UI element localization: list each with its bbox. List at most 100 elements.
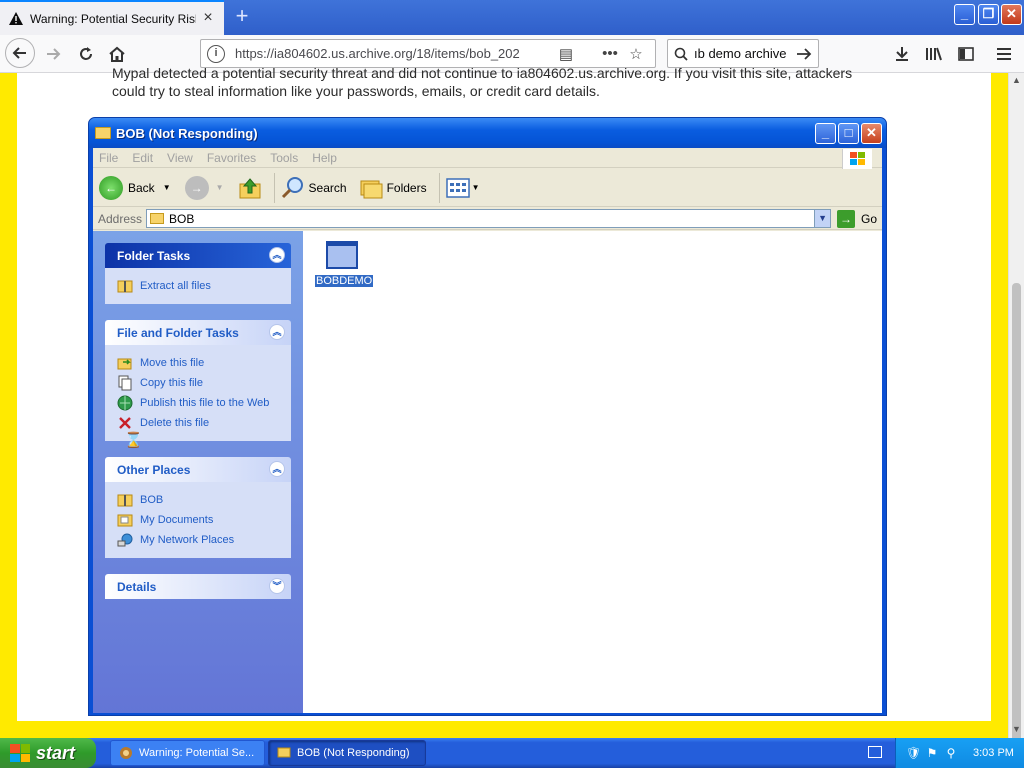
address-folder-icon — [150, 213, 165, 224]
place-my-network-places[interactable]: My Network Places — [117, 530, 279, 550]
page-border-bottom — [0, 721, 1008, 738]
taskbar-item-browser[interactable]: Warning: Potential Se... — [110, 740, 265, 766]
forward-button[interactable]: → ▼ — [184, 175, 224, 200]
menu-edit[interactable]: Edit — [132, 151, 153, 165]
start-label: start — [36, 742, 76, 763]
reader-view-icon[interactable]: ▤ — [553, 45, 579, 63]
browser-close-button[interactable]: ✕ — [1001, 4, 1022, 25]
details-panel: Details ︾ — [105, 574, 291, 599]
explorer-maximize-button[interactable]: □ — [838, 123, 859, 144]
go-button[interactable]: → Go — [837, 209, 878, 228]
zip-folder-icon — [117, 278, 133, 294]
up-folder-button[interactable] — [238, 177, 262, 199]
menu-file[interactable]: File — [99, 151, 118, 165]
menu-view[interactable]: View — [167, 151, 193, 165]
forward-dropdown-icon[interactable]: ▼ — [216, 183, 224, 192]
network-icon[interactable]: ⚑ — [925, 746, 939, 760]
search-label: Search — [308, 180, 347, 195]
folders-button[interactable]: Folders — [359, 177, 427, 199]
file-item[interactable]: BOBDEMO — [315, 241, 374, 287]
page-scrollbar[interactable]: ▲ ▼ — [1008, 73, 1024, 768]
toolbar-separator — [273, 172, 275, 203]
task-extract-all-files[interactable]: Extract all files — [117, 276, 279, 296]
other-places-panel: Other Places ︽ BOB My Documents My Netwo… — [105, 457, 291, 558]
windows-logo-icon — [842, 149, 872, 169]
scroll-up-icon[interactable]: ▲ — [1012, 75, 1021, 85]
documents-folder-icon — [117, 512, 133, 528]
search-input[interactable]: ıb demo archive — [688, 46, 796, 61]
scrollbar-thumb[interactable] — [1012, 283, 1021, 768]
taskbar: start Warning: Potential Se... BOB (Not … — [0, 738, 1024, 768]
expand-chevron-icon[interactable]: ︾ — [269, 578, 285, 594]
site-info-icon[interactable]: i — [207, 44, 225, 63]
browser-tab-active[interactable]: Warning: Potential Security Risk A × — [0, 0, 224, 35]
place-my-documents[interactable]: My Documents — [117, 510, 279, 530]
collapse-chevron-icon[interactable]: ︽ — [269, 324, 285, 340]
back-dropdown-icon[interactable]: ▼ — [163, 183, 171, 192]
hamburger-menu-icon[interactable] — [990, 40, 1018, 68]
bookmark-star-icon[interactable]: ☆ — [623, 45, 649, 63]
search-go-arrow-icon[interactable] — [796, 47, 812, 61]
menu-help[interactable]: Help — [312, 151, 337, 165]
details-title: Details — [117, 579, 157, 594]
url-text: https://ia804602.us.archive.org/18/items… — [235, 46, 520, 61]
back-green-icon: ← — [99, 175, 123, 200]
file-folder-tasks-body: Move this file Copy this file Publish th… — [105, 345, 291, 441]
clock[interactable]: 3:03 PM — [973, 747, 1014, 759]
move-file-icon — [117, 355, 133, 371]
search-button[interactable]: Search — [281, 176, 347, 200]
file-folder-tasks-header[interactable]: File and Folder Tasks ︽ — [105, 320, 291, 345]
scroll-down-icon[interactable]: ▼ — [1012, 724, 1021, 734]
tab-close-icon[interactable]: × — [200, 9, 216, 27]
sidebar-icon[interactable] — [952, 40, 980, 68]
address-value: BOB — [169, 211, 195, 226]
back-button[interactable]: ← Back ▼ — [99, 175, 171, 200]
library-icon[interactable] — [920, 40, 948, 68]
views-dropdown-icon[interactable]: ▼ — [472, 183, 480, 192]
hourglass-cursor-icon: ⌛ — [124, 432, 143, 449]
address-label: Address — [98, 211, 143, 226]
place-label: My Network Places — [140, 534, 235, 546]
go-label: Go — [861, 211, 878, 226]
explorer-titlebar[interactable]: BOB (Not Responding) — [89, 118, 886, 148]
explorer-toolbar: ← Back ▼ → ▼ Search Folders ▼ — [93, 169, 882, 207]
file-list-pane[interactable]: BOBDEMO — [303, 231, 882, 713]
details-header[interactable]: Details ︾ — [105, 574, 291, 599]
explorer-minimize-button[interactable]: _ — [815, 123, 836, 144]
place-bob[interactable]: BOB — [117, 490, 279, 510]
other-places-header[interactable]: Other Places ︽ — [105, 457, 291, 482]
go-arrow-icon: → — [837, 209, 856, 228]
task-move-this-file[interactable]: Move this file — [117, 353, 279, 373]
address-dropdown-icon[interactable]: ▼ — [814, 210, 831, 227]
task-publish-to-web[interactable]: Publish this file to the Web — [117, 393, 279, 413]
downloads-icon[interactable] — [888, 40, 916, 68]
menu-tools[interactable]: Tools — [270, 151, 298, 165]
taskbar-item-explorer[interactable]: BOB (Not Responding) — [268, 740, 426, 766]
collapse-chevron-icon[interactable]: ︽ — [269, 247, 285, 263]
views-button[interactable]: ▼ — [445, 177, 480, 198]
back-arrow-icon[interactable] — [5, 38, 35, 68]
security-shield-icon[interactable]: 🛡 — [906, 746, 921, 760]
new-tab-icon[interactable]: + — [230, 5, 254, 29]
file-folder-tasks-title: File and Folder Tasks — [117, 325, 239, 340]
search-tray-icon[interactable]: ⚲ — [944, 746, 958, 760]
browser-app-icon — [119, 746, 133, 760]
start-button[interactable]: start — [0, 738, 96, 768]
task-delete-this-file[interactable]: Delete this file — [117, 413, 279, 433]
keyboard-layout-icon[interactable] — [868, 746, 882, 758]
address-field[interactable]: BOB ▼ — [146, 209, 832, 228]
reload-icon[interactable] — [72, 40, 100, 68]
explorer-window: BOB (Not Responding) _ □ ✕ File Edit Vie… — [88, 117, 887, 716]
browser-restore-button[interactable]: ❐ — [978, 4, 999, 25]
folders-icon — [360, 180, 383, 198]
forward-arrow-icon[interactable] — [39, 40, 67, 68]
collapse-chevron-icon[interactable]: ︽ — [269, 461, 285, 477]
explorer-addressbar: Address BOB ▼ → Go — [93, 208, 882, 230]
place-label: My Documents — [140, 514, 214, 526]
folder-tasks-header[interactable]: Folder Tasks ︽ — [105, 243, 291, 268]
task-copy-this-file[interactable]: Copy this file — [117, 373, 279, 393]
browser-minimize-button[interactable]: _ — [954, 4, 975, 25]
explorer-close-button[interactable]: ✕ — [861, 123, 882, 144]
menu-favorites[interactable]: Favorites — [207, 151, 256, 165]
page-actions-icon[interactable]: ••• — [597, 45, 623, 62]
